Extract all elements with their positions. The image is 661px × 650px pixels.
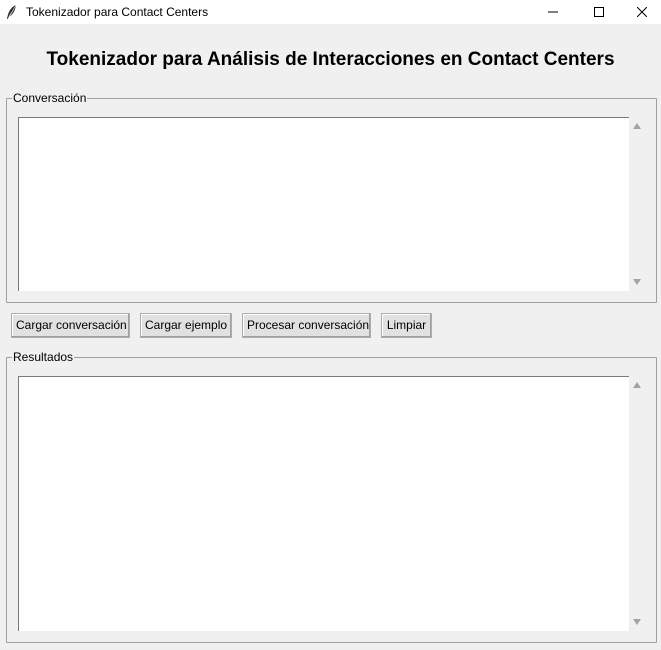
maximize-button[interactable] [576,0,622,24]
process-conversation-button[interactable]: Procesar conversación [242,313,371,338]
close-icon [636,7,647,17]
conversation-group: Conversación [6,90,657,303]
app-window: Tokenizador para Contact Centers Tokeniz… [0,0,661,650]
page-title: Tokenizador para Análisis de Interaccion… [46,49,615,70]
title-bar[interactable]: Tokenizador para Contact Centers [0,0,661,24]
results-textarea[interactable] [18,376,629,631]
results-scrollbar[interactable] [629,376,646,631]
scroll-up-arrow-icon[interactable] [633,123,641,129]
results-group: Resultados [6,349,657,643]
scroll-up-arrow-icon[interactable] [633,382,641,388]
conversation-textarea[interactable] [18,117,629,291]
minimize-button[interactable] [530,0,576,24]
clear-button[interactable]: Limpiar [381,313,432,338]
feather-icon [7,4,17,20]
conversation-scrollbar[interactable] [629,117,646,291]
conversation-label: Conversación [12,90,88,106]
load-example-button[interactable]: Cargar ejemplo [140,313,232,338]
load-conversation-button[interactable]: Cargar conversación [11,313,130,338]
minimize-icon [548,11,558,13]
scroll-down-arrow-icon[interactable] [633,619,641,625]
results-label: Resultados [12,349,75,365]
window-title: Tokenizador para Contact Centers [26,5,209,19]
maximize-icon [594,7,604,17]
scroll-down-arrow-icon[interactable] [633,279,641,285]
close-button[interactable] [622,0,661,24]
